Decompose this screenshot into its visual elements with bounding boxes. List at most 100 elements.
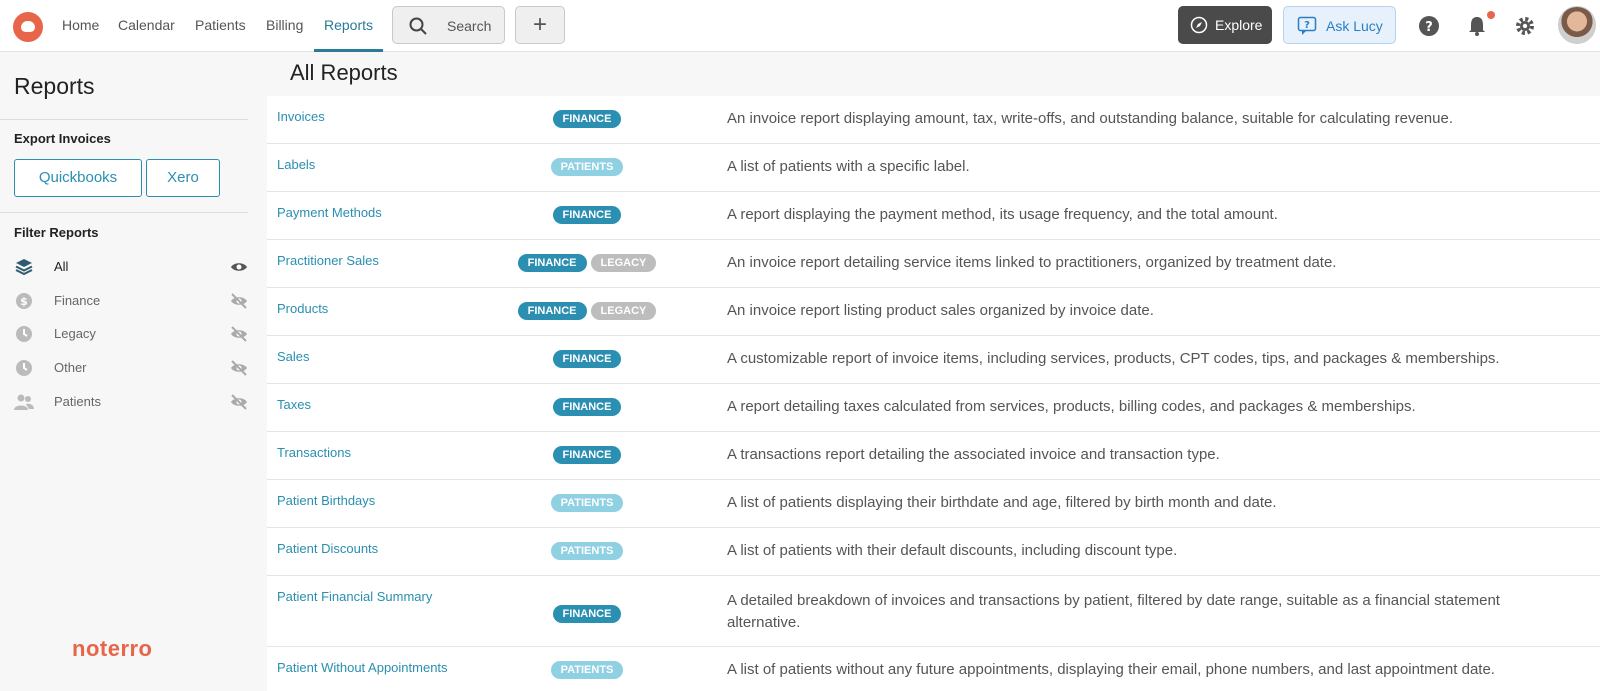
tag-badge: FINANCE [552, 110, 622, 128]
eye-slash-icon[interactable] [230, 393, 248, 411]
report-row[interactable]: Patient Financial Summary FINANCE A detail… [267, 576, 1600, 647]
report-row[interactable]: Patient Without Appointments PATIENTS A li… [267, 647, 1600, 691]
nav-patients[interactable]: Patients [195, 0, 246, 52]
top-navigation-bar: Home Calendar Patients Billing Reports S… [0, 0, 1600, 52]
report-description: An invoice report displaying amount, tax… [727, 110, 1453, 127]
report-name-link[interactable]: Invoices [277, 109, 325, 124]
report-tags: FINANCE [512, 350, 662, 368]
report-description: A list of patients displaying their birt… [727, 494, 1277, 511]
report-row[interactable]: Products FINANCE LEGACY An invoice report l… [267, 288, 1600, 336]
user-avatar[interactable] [1558, 6, 1596, 44]
report-tags: FINANCE LEGACY [512, 302, 662, 320]
report-name-link[interactable]: Practitioner Sales [277, 253, 379, 268]
xero-button[interactable]: Xero [146, 159, 220, 197]
report-name-link[interactable]: Patient Financial Summary [277, 589, 432, 604]
notification-dot [1487, 11, 1495, 19]
report-name-link[interactable]: Sales [277, 349, 310, 364]
ask-lucy-button[interactable]: ? Ask Lucy [1283, 6, 1396, 44]
report-description: A customizable report of invoice items, … [727, 350, 1500, 367]
report-name-link[interactable]: Products [277, 301, 328, 316]
report-tags: PATIENTS [512, 661, 662, 679]
tag-badge: FINANCE [552, 350, 622, 368]
filter-label: Patients [54, 394, 101, 409]
explore-button[interactable]: Explore [1178, 6, 1272, 44]
ask-lucy-label: Ask Lucy [1326, 18, 1383, 34]
report-row[interactable]: Transactions FINANCE A transactions report… [267, 432, 1600, 480]
nav-home[interactable]: Home [62, 0, 99, 52]
tag-badge: FINANCE [517, 254, 587, 272]
divider [0, 119, 248, 120]
filter-label: Legacy [54, 326, 96, 341]
tag-badge: FINANCE [552, 206, 622, 224]
report-description: An invoice report listing product sales … [727, 302, 1154, 319]
tag-badge: FINANCE [552, 605, 622, 623]
clock-icon [16, 360, 32, 376]
eye-icon[interactable] [230, 258, 248, 276]
filter-reports-heading: Filter Reports [14, 225, 99, 240]
report-row[interactable]: Payment Methods FINANCE A report displayin… [267, 192, 1600, 240]
report-tags: PATIENTS [512, 494, 662, 512]
filter-all[interactable]: All [14, 255, 248, 279]
report-row[interactable]: Taxes FINANCE A report detailing taxes cal… [267, 384, 1600, 432]
compass-icon [1190, 16, 1208, 34]
report-name-link[interactable]: Labels [277, 157, 315, 172]
svg-text:?: ? [1425, 20, 1433, 35]
sidebar-title: Reports [14, 73, 95, 99]
report-row[interactable]: Sales FINANCE A customizable report of inv… [267, 336, 1600, 384]
eye-slash-icon[interactable] [230, 325, 248, 343]
search-button[interactable]: Search [392, 6, 505, 44]
page-title: All Reports [290, 60, 398, 85]
filter-legacy[interactable]: Legacy [14, 322, 248, 346]
report-description: An invoice report detailing service item… [727, 254, 1337, 271]
report-tags: FINANCE LEGACY [512, 254, 662, 272]
report-tags: FINANCE [512, 110, 662, 128]
report-description: A report displaying the payment method, … [727, 206, 1278, 223]
nav-billing[interactable]: Billing [266, 0, 303, 52]
tag-badge: FINANCE [517, 302, 587, 320]
report-name-link[interactable]: Patient Birthdays [277, 493, 375, 508]
noterro-logo-icon[interactable] [13, 12, 43, 42]
divider [0, 212, 248, 213]
nav-reports[interactable]: Reports [314, 0, 383, 52]
filter-patients[interactable]: Patients [14, 390, 248, 414]
eye-slash-icon[interactable] [230, 292, 248, 310]
brand-logo: noterro [72, 636, 153, 661]
report-tags: FINANCE [512, 398, 662, 416]
clock-icon [16, 326, 32, 342]
filter-label: Other [54, 360, 87, 375]
gear-icon[interactable] [1514, 15, 1536, 37]
search-label: Search [447, 18, 492, 34]
report-description: A detailed breakdown of invoices and tra… [727, 592, 1500, 631]
report-name-link[interactable]: Transactions [277, 445, 351, 460]
report-description: A list of patients with their default di… [727, 542, 1178, 559]
report-row[interactable]: Practitioner Sales FINANCE LEGACY An invoic… [267, 240, 1600, 288]
report-row[interactable]: Patient Discounts PATIENTS A list of patie… [267, 528, 1600, 576]
tag-badge: PATIENTS [550, 542, 624, 560]
report-name-link[interactable]: Taxes [277, 397, 311, 412]
report-name-link[interactable]: Payment Methods [277, 205, 382, 220]
add-button[interactable]: + [515, 6, 565, 44]
report-tags: PATIENTS [512, 158, 662, 176]
layers-icon [15, 259, 33, 276]
report-name-link[interactable]: Patient Without Appointments [277, 660, 448, 675]
report-row[interactable]: Patient Birthdays PATIENTS A list of patie… [267, 480, 1600, 528]
tag-badge: LEGACY [590, 302, 657, 320]
tag-badge: FINANCE [552, 398, 622, 416]
search-icon [409, 17, 427, 35]
report-name-link[interactable]: Patient Discounts [277, 541, 378, 556]
report-row[interactable]: Invoices FINANCE An invoice report display… [267, 96, 1600, 144]
eye-slash-icon[interactable] [230, 359, 248, 377]
help-icon[interactable]: ? [1418, 15, 1440, 37]
report-tags: FINANCE [512, 605, 662, 623]
report-row[interactable]: Labels PATIENTS A list of patients with a … [267, 144, 1600, 192]
filter-finance[interactable]: $ Finance [14, 289, 248, 313]
nav-calendar[interactable]: Calendar [118, 0, 175, 52]
report-tags: FINANCE [512, 206, 662, 224]
report-tags: PATIENTS [512, 542, 662, 560]
quickbooks-button[interactable]: Quickbooks [14, 159, 142, 197]
sidebar: Reports Export Invoices Quickbooks Xero … [0, 53, 262, 691]
bell-icon[interactable] [1466, 15, 1488, 37]
explore-label: Explore [1215, 17, 1263, 33]
filter-other[interactable]: Other [14, 356, 248, 380]
tag-badge: PATIENTS [550, 661, 624, 679]
